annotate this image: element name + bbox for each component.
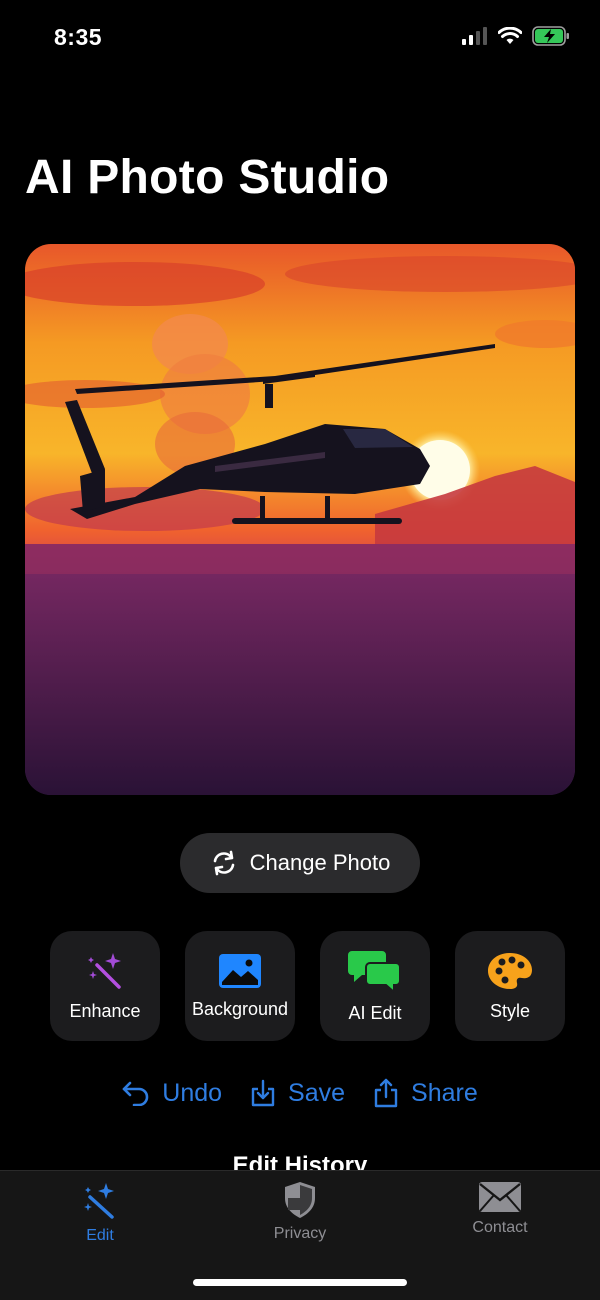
tab-contact[interactable]: Contact [440, 1181, 560, 1237]
save-button[interactable]: Save [250, 1078, 345, 1108]
battery-charging-icon [532, 26, 569, 46]
tool-enhance-label: Enhance [69, 1000, 141, 1021]
tab-bar: Edit Privacy Contact [0, 1170, 600, 1300]
refresh-icon [213, 850, 234, 876]
undo-icon [122, 1081, 149, 1106]
signal-icon [462, 27, 487, 45]
envelope-icon [479, 1182, 521, 1212]
status-icons [462, 26, 570, 46]
tool-enhance[interactable]: Enhance [50, 931, 160, 1041]
tab-privacy-label: Privacy [273, 1225, 327, 1242]
save-label: Save [288, 1078, 346, 1107]
wifi-icon [498, 27, 522, 44]
page-title: AI Photo Studio [25, 151, 390, 204]
change-photo-label: Change Photo [249, 850, 391, 875]
download-icon [251, 1079, 275, 1107]
tool-style[interactable]: Style [455, 931, 565, 1041]
magic-wand-icon [88, 952, 121, 989]
shield-icon [285, 1182, 315, 1218]
tool-grid: Enhance Background AI Edit Style [50, 931, 565, 1041]
share-label: Share [411, 1078, 478, 1107]
tool-ai-edit[interactable]: AI Edit [320, 931, 430, 1041]
helicopter-sunset-image [25, 244, 575, 795]
undo-button[interactable]: Undo [122, 1078, 222, 1108]
action-row: Undo Save Share [0, 1078, 600, 1108]
change-photo-button[interactable]: Change Photo [180, 833, 420, 893]
magic-wand-icon [84, 1183, 114, 1219]
tab-edit-label: Edit [86, 1227, 114, 1244]
tab-edit[interactable]: Edit [40, 1181, 160, 1245]
undo-label: Undo [162, 1078, 223, 1107]
share-icon [374, 1078, 398, 1108]
share-button[interactable]: Share [373, 1078, 478, 1108]
palette-icon [488, 952, 532, 989]
tool-background[interactable]: Background [185, 931, 295, 1041]
image-icon [219, 953, 261, 988]
status-time: 8:35 [54, 24, 103, 50]
tab-contact-label: Contact [472, 1219, 528, 1236]
main-photo [25, 244, 575, 795]
home-indicator [193, 1279, 407, 1286]
tool-style-label: Style [489, 1000, 531, 1021]
tool-ai-edit-label: AI Edit [348, 1002, 402, 1023]
chat-bubbles-icon [348, 950, 401, 993]
tab-privacy[interactable]: Privacy [240, 1181, 360, 1243]
tool-background-label: Background [191, 998, 289, 1019]
